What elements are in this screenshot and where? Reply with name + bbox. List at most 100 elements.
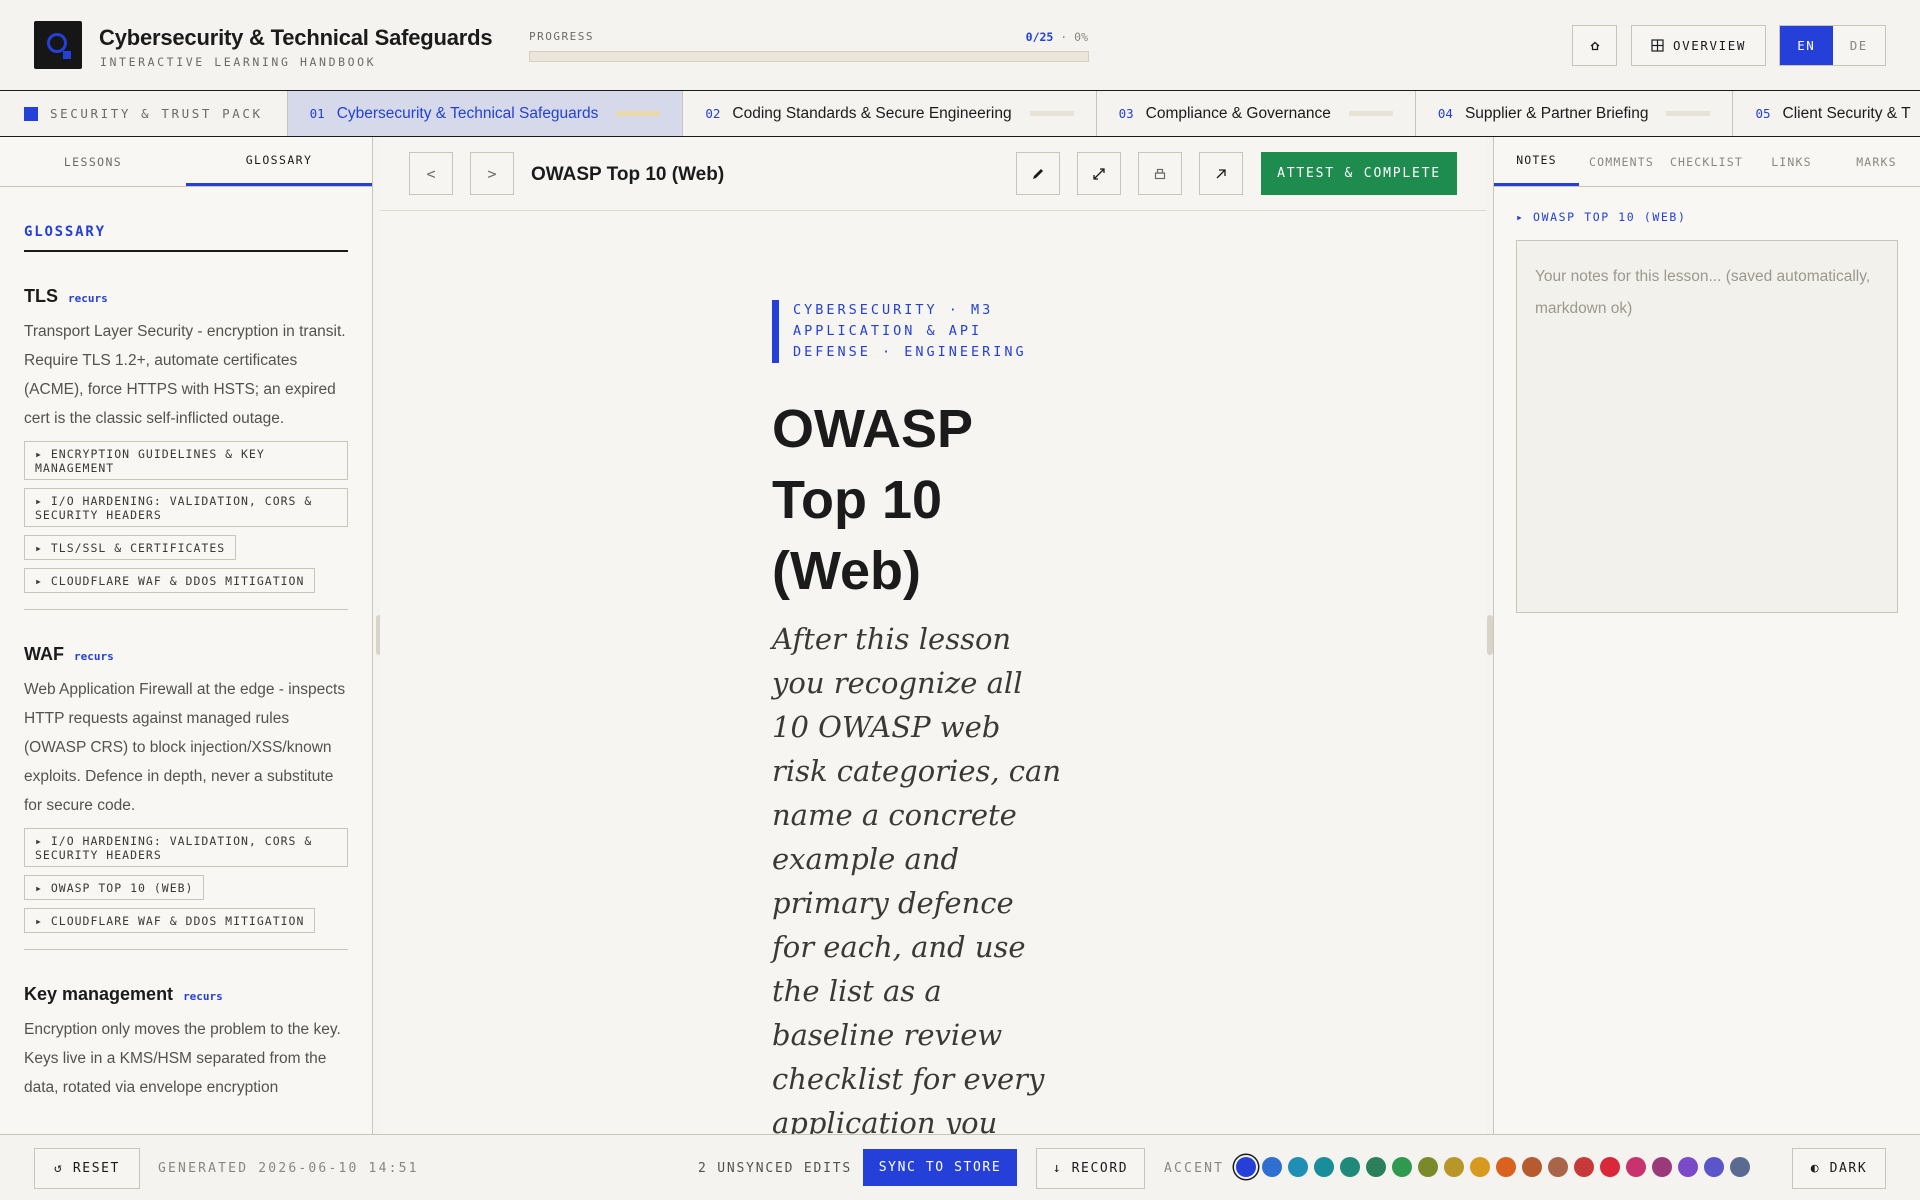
accent-swatch[interactable] [1600,1157,1620,1177]
lesson-content: < > OWASP Top 10 (Web) ATTEST & COMPLETE… [380,137,1486,1134]
module-tab-label: Cybersecurity & Technical Safeguards [336,104,599,122]
glossary-term-name: WAF [24,644,64,664]
glossary-definition: Transport Layer Security - encryption in… [24,323,346,427]
lesson-title: OWASP Top 10 (Web) [531,164,725,185]
lesson-link[interactable]: ▸ TLS/SSL & CERTIFICATES [24,535,237,560]
lesson-lede: After this lesson you recognize all 10 O… [772,622,1062,1134]
module-tabs: SECURITY & TRUST PACK 01 Cybersecurity &… [0,91,1920,137]
generated-timestamp: GENERATED 2026-06-10 14:51 [158,1161,419,1176]
sync-to-store-button[interactable]: SYNC TO STORE [863,1149,1017,1186]
accent-swatch[interactable] [1392,1157,1412,1177]
glossary-entry: Key management recurs Encryption only mov… [24,950,348,1118]
accent-swatch[interactable] [1340,1157,1360,1177]
accent-swatch[interactable] [1470,1157,1490,1177]
accent-swatch[interactable] [1418,1157,1438,1177]
lesson-toolbar: < > OWASP Top 10 (Web) ATTEST & COMPLETE [380,137,1486,211]
accent-swatch[interactable] [1262,1157,1282,1177]
accent-swatch[interactable] [1704,1157,1724,1177]
accent-swatch[interactable] [1496,1157,1516,1177]
notes-lesson-label: ▸ OWASP TOP 10 (WEB) [1516,210,1687,224]
accent-swatch[interactable] [1574,1157,1594,1177]
right-sidebar: NOTES COMMENTS CHECKLIST LINKS MARKS ▸ O… [1493,137,1920,1134]
progress-bar [529,51,1089,62]
module-tab-label: Supplier & Partner Briefing [1464,104,1649,122]
accent-label: ACCENT [1164,1161,1225,1176]
recurs-badge: recurs [68,292,108,305]
accent-swatch[interactable] [1522,1157,1542,1177]
overview-button[interactable]: OVERVIEW [1631,25,1766,66]
notes-textarea[interactable] [1516,240,1898,613]
module-tab-05[interactable]: 05 Client Security & T [1733,91,1920,136]
record-button[interactable]: ↓ RECORD [1036,1148,1145,1189]
app-subtitle: INTERACTIVE LEARNING HANDBOOK [100,55,377,69]
module-tab-number: 02 [705,106,721,121]
module-tab-number: 04 [1437,106,1453,121]
accent-swatch[interactable] [1444,1157,1464,1177]
module-progress-bar [1666,111,1711,116]
language-switch: EN DE [1779,25,1886,66]
accent-swatch[interactable] [1652,1157,1672,1177]
reset-button[interactable]: ↺ RESET [34,1148,140,1189]
progress-label: PROGRESS [529,30,594,43]
lang-en-button[interactable]: EN [1780,26,1833,65]
glossary-term-name: TLS [24,286,58,306]
pack-selector[interactable]: SECURITY & TRUST PACK [0,91,288,136]
accent-swatch[interactable] [1626,1157,1646,1177]
module-progress-bar [616,111,661,116]
tab-notes[interactable]: NOTES [1494,137,1579,186]
edit-button[interactable] [1016,152,1060,195]
glossary-term: TLS recurs [24,286,348,307]
glossary-entry: TLS recurs Transport Layer Security - enc… [24,252,348,610]
expand-button[interactable] [1077,152,1121,195]
module-tab-number: 01 [309,106,325,121]
module-tab-02[interactable]: 02 Coding Standards & Secure Engineering [683,91,1097,136]
tab-marks[interactable]: MARKS [1834,137,1919,186]
glossary-definition: Encryption only moves the problem to the… [24,1021,341,1096]
glossary-entry: WAF recurs Web Application Firewall at th… [24,610,348,950]
progress-percent: · 0% [1060,30,1088,44]
recurs-badge: recurs [183,990,223,1003]
app-header: Cybersecurity & Technical Safeguards INT… [0,0,1920,91]
accent-swatch[interactable] [1730,1157,1750,1177]
lesson-link[interactable]: ▸ I/O HARDENING: VALIDATION, CORS & SECU… [24,488,348,527]
lesson-link[interactable]: ▸ CLOUDFLARE WAF & DDOS MITIGATION [24,908,316,933]
prev-lesson-button[interactable]: < [409,152,453,195]
accent-swatch[interactable] [1548,1157,1568,1177]
module-tab-04[interactable]: 04 Supplier & Partner Briefing [1416,91,1734,136]
accent-swatch[interactable] [1288,1157,1308,1177]
print-button[interactable] [1138,152,1182,195]
home-button[interactable] [1572,25,1617,66]
module-tab-03[interactable]: 03 Compliance & Governance [1097,91,1416,136]
open-external-button[interactable] [1199,152,1243,195]
dark-mode-button[interactable]: ◐ DARK [1792,1148,1886,1189]
tab-links[interactable]: LINKS [1749,137,1834,186]
tab-lessons[interactable]: LESSONS [0,137,186,186]
grid-icon [1651,39,1664,52]
lesson-link[interactable]: ▸ OWASP TOP 10 (WEB) [24,875,205,900]
glossary-definition: Web Application Firewall at the edge - i… [24,681,346,814]
lang-de-button[interactable]: DE [1832,26,1885,65]
sidebar-tabs: LESSONS GLOSSARY [0,137,372,187]
accent-swatch[interactable] [1678,1157,1698,1177]
print-icon [1154,168,1166,179]
lesson-breadcrumb: CYBERSECURITY · M3 APPLICATION & API DEF… [772,300,1042,363]
unsynced-count: 2 UNSYNCED EDITS [698,1161,853,1176]
module-tab-01[interactable]: 01 Cybersecurity & Technical Safeguards [287,91,684,136]
tab-comments[interactable]: COMMENTS [1579,137,1664,186]
lesson-link[interactable]: ▸ CLOUDFLARE WAF & DDOS MITIGATION [24,568,316,593]
tab-checklist[interactable]: CHECKLIST [1664,137,1749,186]
accent-swatch[interactable] [1366,1157,1386,1177]
right-tabs: NOTES COMMENTS CHECKLIST LINKS MARKS [1494,137,1920,187]
lesson-link[interactable]: ▸ ENCRYPTION GUIDELINES & KEY MANAGEMENT [24,441,348,480]
module-progress-bar [1029,111,1074,116]
footer-bar: ↺ RESET GENERATED 2026-06-10 14:51 2 UNS… [0,1134,1920,1200]
module-tab-label: Compliance & Governance [1145,104,1331,122]
app-title: Cybersecurity & Technical Safeguards [99,25,493,50]
lesson-link[interactable]: ▸ I/O HARDENING: VALIDATION, CORS & SECU… [24,828,348,867]
app-logo [34,21,82,69]
accent-swatch[interactable] [1314,1157,1334,1177]
accent-swatch[interactable] [1236,1157,1256,1177]
next-lesson-button[interactable]: > [470,152,514,195]
attest-complete-button[interactable]: ATTEST & COMPLETE [1261,152,1457,195]
tab-glossary[interactable]: GLOSSARY [186,137,372,186]
